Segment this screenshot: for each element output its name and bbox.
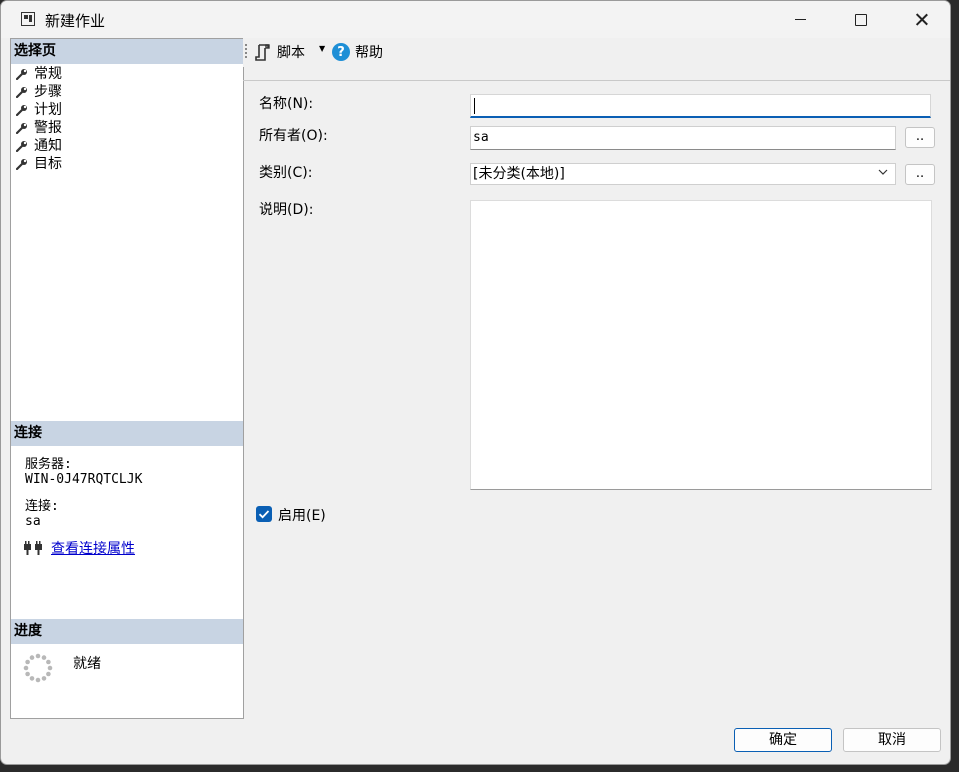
server-label: 服务器:: [25, 457, 72, 472]
category-select[interactable]: [未分类(本地)]: [470, 163, 896, 185]
page-item-alerts[interactable]: 警报: [16, 119, 62, 137]
window-icon: [21, 12, 35, 26]
maximize-icon: [855, 13, 867, 26]
wrench-icon: [16, 87, 27, 98]
page-item-label: 通知: [34, 138, 62, 154]
maximize-button[interactable]: [832, 1, 890, 38]
connection-header: 连接: [11, 421, 243, 446]
script-icon: [255, 44, 270, 61]
script-button[interactable]: 脚本: [255, 42, 305, 62]
new-job-dialog: 新建作业 选择页 常规 步骤 计划 警报 通知 目标 连接 服务器: WIN-0…: [0, 0, 951, 765]
toolbar-divider: [243, 80, 950, 81]
wrench-icon: [16, 159, 27, 170]
enabled-label[interactable]: 启用(E): [278, 505, 326, 525]
wrench-icon: [16, 105, 27, 116]
page-item-label: 目标: [34, 156, 62, 172]
toolbar: 脚本 ▼ ? 帮助: [243, 38, 950, 67]
wrench-icon: [16, 123, 27, 134]
close-button[interactable]: [892, 1, 950, 38]
page-item-notifications[interactable]: 通知: [16, 137, 62, 155]
connection-info: 连接: sa: [25, 499, 59, 529]
help-label: 帮助: [355, 45, 383, 61]
minimize-button[interactable]: [771, 1, 829, 38]
connection-label: 连接:: [25, 499, 59, 514]
script-dropdown-arrow-icon[interactable]: ▼: [319, 44, 325, 53]
enabled-checkbox[interactable]: [256, 506, 272, 522]
plug-icon: [24, 541, 42, 555]
page-item-general[interactable]: 常规: [16, 65, 62, 83]
page-item-label: 警报: [34, 120, 62, 136]
category-label: 类别(C):: [259, 165, 313, 181]
title-bar: 新建作业: [1, 1, 950, 38]
page-item-label: 常规: [34, 66, 62, 82]
category-browse-button[interactable]: ..: [905, 164, 935, 185]
ok-button[interactable]: 确定: [734, 728, 832, 752]
progress-header: 进度: [11, 619, 243, 644]
checkmark-icon: [258, 510, 270, 519]
owner-input[interactable]: sa: [470, 126, 896, 150]
description-label: 说明(D):: [259, 202, 314, 218]
connection-value: sa: [25, 514, 41, 529]
category-value: [未分类(本地)]: [473, 166, 565, 182]
select-page-header: 选择页: [11, 39, 243, 64]
page-item-schedules[interactable]: 计划: [16, 101, 62, 119]
chevron-down-icon: [878, 169, 888, 175]
server-value: WIN-0J47RQTCLJK: [25, 472, 143, 487]
help-icon: ?: [332, 43, 350, 61]
page-item-label: 计划: [34, 102, 62, 118]
view-connection-properties[interactable]: 查看连接属性: [23, 538, 135, 558]
script-label: 脚本: [277, 45, 305, 61]
left-panel: 选择页 常规 步骤 计划 警报 通知 目标 连接 服务器: WIN-0J47RQ…: [10, 38, 244, 719]
wrench-icon: [16, 69, 27, 80]
owner-browse-button[interactable]: ..: [905, 127, 935, 148]
wrench-icon: [16, 141, 27, 152]
page-item-targets[interactable]: 目标: [16, 155, 62, 173]
minimize-icon: [794, 18, 806, 21]
description-textarea[interactable]: [470, 200, 932, 490]
view-connection-properties-link[interactable]: 查看连接属性: [51, 538, 135, 558]
progress-status: 就绪: [73, 656, 101, 672]
window-title: 新建作业: [45, 12, 106, 30]
help-button[interactable]: ? 帮助: [332, 42, 383, 62]
page-list: 常规 步骤 计划 警报 通知 目标: [16, 65, 62, 173]
close-icon: [915, 13, 928, 26]
page-item-steps[interactable]: 步骤: [16, 83, 62, 101]
cancel-button[interactable]: 取消: [843, 728, 941, 752]
text-caret: [474, 98, 475, 114]
toolbar-grip[interactable]: [245, 44, 247, 60]
owner-label: 所有者(O):: [259, 128, 328, 144]
page-item-label: 步骤: [34, 84, 62, 100]
name-input[interactable]: [470, 94, 931, 118]
server-info: 服务器: WIN-0J47RQTCLJK: [25, 457, 142, 487]
progress-spinner-icon: [23, 653, 53, 683]
name-label: 名称(N):: [259, 96, 314, 112]
